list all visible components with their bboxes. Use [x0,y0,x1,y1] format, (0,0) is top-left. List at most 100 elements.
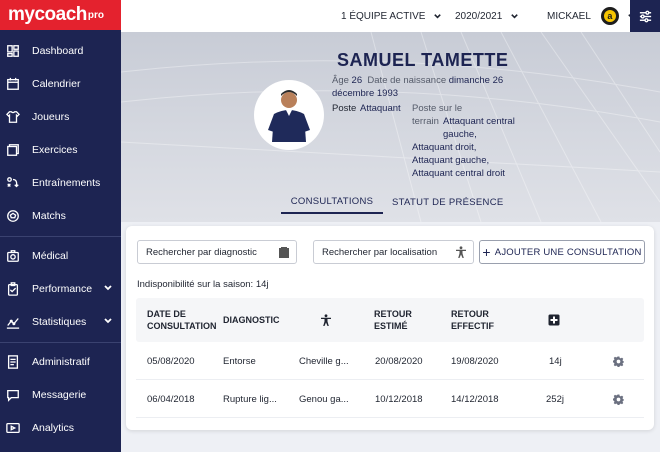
field-position: Attaquant central droit [412,168,505,179]
sidebar-item-label: Entraînements [32,176,101,189]
cell-location: Genou ga... [299,393,349,405]
dashboard-icon [6,44,20,58]
season-selector-label: 2020/2021 [455,10,503,22]
body-icon [321,314,331,326]
sidebar-item-label: Exercices [32,143,78,156]
cell-location: Cheville g... [299,355,349,367]
season-selector[interactable]: 2020/2021 [455,0,519,32]
sidebar-item-label: Analytics [32,421,75,434]
chat-icon [6,388,20,402]
row-settings-button[interactable] [613,380,624,418]
sidebar-item-players[interactable]: Joueurs [0,100,121,133]
cell-actual-return: 19/08/2020 [451,355,499,367]
header-days[interactable] [548,298,560,342]
brand-name: mycoach [8,4,87,25]
tab-consultations[interactable]: CONSULTATIONS [281,190,383,214]
birth-label: Date de naissance [367,75,447,86]
player-tabs: CONSULTATIONS STATUT DE PRÉSENCE [121,190,660,214]
sidebar-item-trainings[interactable]: Entraînements [0,166,121,199]
cell-expected-return: 20/08/2020 [375,355,423,367]
cell-date: 06/04/2018 [147,393,195,405]
chevron-down-icon [103,316,113,329]
header-location[interactable] [320,298,332,342]
stats-icon [6,315,20,329]
chevron-down-icon [511,13,519,19]
trainings-icon [6,176,20,190]
sidebar-item-label: Statistiques [32,315,87,328]
sidebar-item-messages[interactable]: Messagerie [0,378,121,411]
consultations-table: DATE DE CONSULTATION DIAGNOSTIC RETOUR E… [136,298,644,418]
brand-suffix: pro [87,9,104,21]
settings-button[interactable] [630,0,660,32]
sidebar-item-statistics[interactable]: Statistiques [0,305,121,338]
sidebar-item-label: Messagerie [32,388,87,401]
sliders-icon [639,10,651,22]
player-name: SAMUEL TAMETTE [337,50,509,70]
position-value: Attaquant [360,103,401,114]
cell-days: 14j [549,355,562,367]
sidebar-divider [0,232,121,237]
consultations-card: Rechercher par diagnostic Rechercher par… [126,226,654,430]
team-selector-label: 1 ÉQUIPE ACTIVE [341,10,426,22]
header-diagnostic[interactable]: DIAGNOSTIC [223,298,280,342]
diagnostic-filter-label: Rechercher par diagnostic [146,246,257,258]
player-photo [254,80,324,150]
sidebar-item-dashboard[interactable]: Dashboard [0,34,121,67]
sidebar-item-label: Joueurs [32,110,70,123]
field-position: Attaquant gauche, [412,155,490,166]
header-date[interactable]: DATE DE CONSULTATION [147,298,217,342]
sidebar-item-medical[interactable]: Médical [0,239,121,272]
clipboard-icon [6,281,20,296]
app-logo[interactable]: mycoach pro [0,0,121,30]
avatar: a [600,7,619,25]
user-menu[interactable]: MICKAEL a [547,0,636,32]
cell-date: 05/08/2020 [147,355,195,367]
age-label: Âge [332,75,349,86]
medical-cross-icon [548,314,560,326]
diagnostic-filter[interactable]: Rechercher par diagnostic [137,240,297,264]
player-header: SAMUEL TAMETTE Âge 26 Date de naissance … [121,32,660,222]
cell-diagnostic: Entorse [223,355,256,367]
ball-icon [6,209,20,223]
sidebar: mycoach pro Dashboard Calendrier Joueurs … [0,0,121,452]
sidebar-item-analytics[interactable]: Analytics [0,411,121,444]
sidebar-item-admin[interactable]: Administratif [0,345,121,378]
plus-icon: + [482,244,491,260]
sidebar-item-matches[interactable]: Matchs [0,199,121,232]
add-consultation-label: AJOUTER UNE CONSULTATION [494,246,642,258]
row-settings-button[interactable] [613,342,624,380]
top-bar: 1 ÉQUIPE ACTIVE 2020/2021 MICKAEL a [121,0,660,32]
table-row[interactable]: 05/08/2020 Entorse Cheville g... 20/08/2… [136,342,644,380]
sidebar-nav: Dashboard Calendrier Joueurs Exercices E… [0,34,121,444]
field-position: Attaquant central gauche, [443,116,515,140]
admin-icon [6,354,20,369]
location-filter[interactable]: Rechercher par localisation [313,240,474,264]
clipboard-list-icon [279,247,289,258]
location-filter-label: Rechercher par localisation [322,246,438,258]
age-value: 26 [351,75,363,86]
medical-icon [6,249,20,263]
sidebar-item-calendar[interactable]: Calendrier [0,67,121,100]
header-expected-return[interactable]: RETOUR ESTIMÉ [374,298,424,342]
unavailability-summary: Indisponibilité sur la saison: 14j [137,279,269,290]
chevron-down-icon [434,13,442,19]
field-position: Attaquant droit, [412,142,477,153]
team-selector[interactable]: 1 ÉQUIPE ACTIVE [341,0,442,32]
header-actual-return[interactable]: RETOUR EFFECTIF [451,298,501,342]
sidebar-item-exercises[interactable]: Exercices [0,133,121,166]
cell-actual-return: 14/12/2018 [451,393,499,405]
sidebar-item-label: Matchs [32,209,66,222]
add-consultation-button[interactable]: + AJOUTER UNE CONSULTATION [479,240,645,264]
tab-presence[interactable]: STATUT DE PRÉSENCE [392,190,504,214]
user-name: MICKAEL [547,10,591,22]
cell-expected-return: 10/12/2018 [375,393,423,405]
table-row[interactable]: 06/04/2018 Rupture lig... Genou ga... 10… [136,380,644,418]
cell-diagnostic: Rupture lig... [223,393,277,405]
sidebar-divider [0,338,121,343]
gear-icon [613,393,624,405]
position-label: Poste [332,103,357,114]
exercises-icon [6,143,20,157]
sidebar-item-performance[interactable]: Performance [0,272,121,305]
sidebar-item-label: Administratif [32,355,90,368]
cell-days: 252j [546,393,564,405]
